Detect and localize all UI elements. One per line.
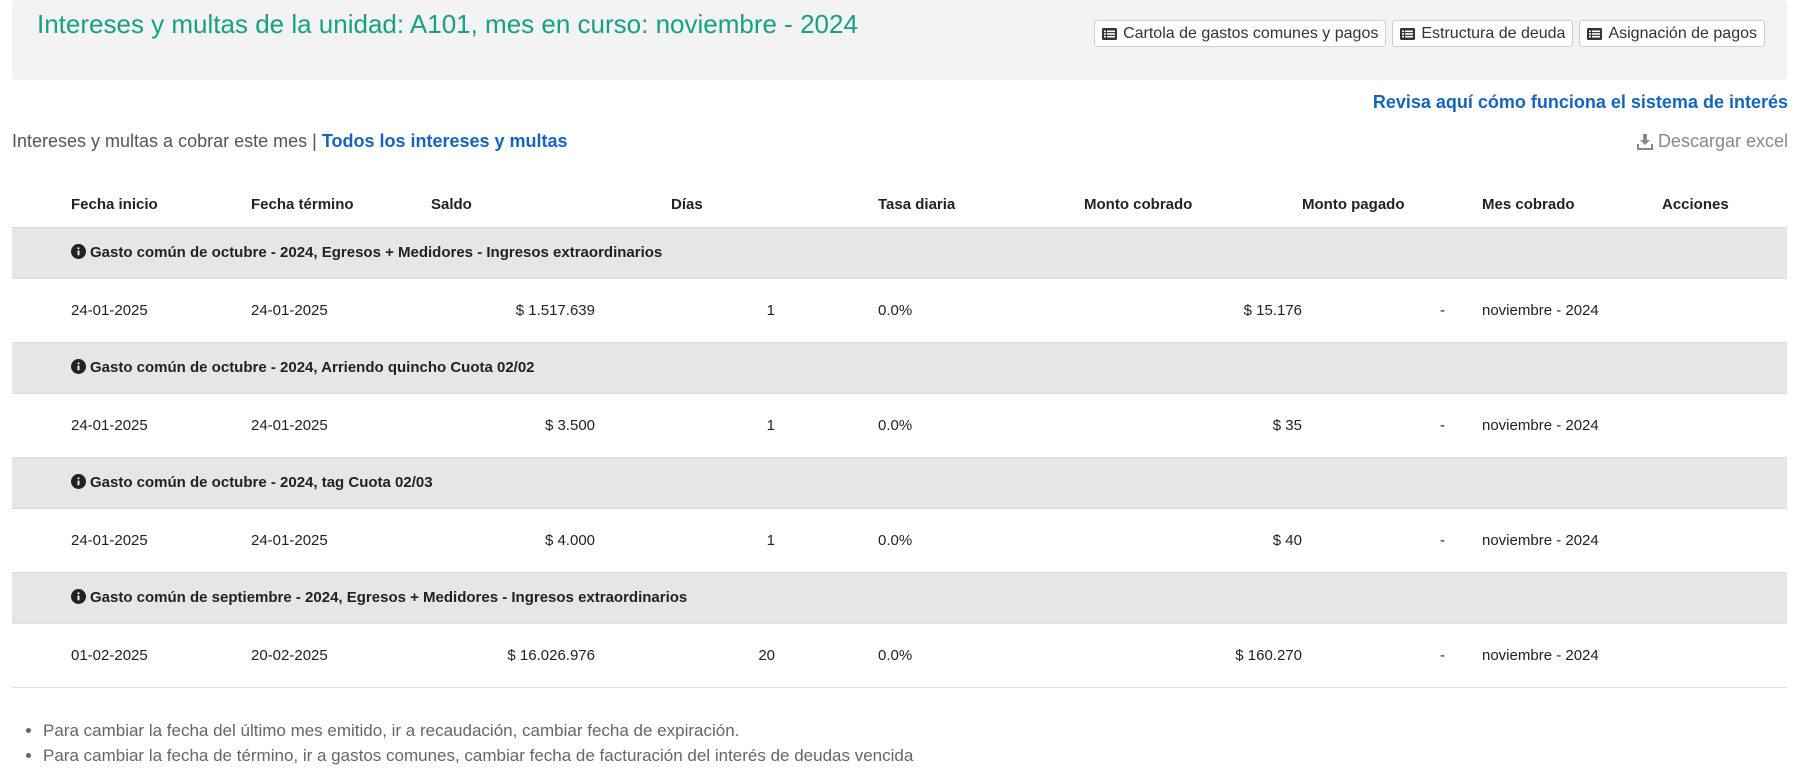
column-header: Fecha término (251, 196, 354, 214)
start-date: 24-01-2025 (71, 531, 148, 549)
column-header: Monto pagado (1302, 196, 1405, 214)
group-title: Gasto común de octubre - 2024, Arriendo … (90, 359, 535, 376)
column-header: Saldo (431, 196, 472, 214)
amount-charged: $ 15.176 (1243, 301, 1302, 319)
group-row: Gasto común de septiembre - 2024, Egreso… (12, 571, 1787, 624)
days: 1 (766, 416, 775, 434)
list-icon (1102, 27, 1118, 40)
group-row: Gasto común de octubre - 2024, Egresos +… (12, 226, 1787, 279)
row-actions (1662, 393, 1787, 457)
end-date: 24-01-2025 (251, 416, 328, 434)
amount-paid: - (1440, 301, 1445, 319)
page-title: Intereses y multas de la unidad: A101, m… (37, 9, 858, 39)
column-header: Días (671, 196, 703, 214)
daily-rate: 0.0% (878, 416, 913, 434)
current-month-filter[interactable]: Intereses y multas a cobrar este mes (12, 131, 307, 151)
amount-charged: $ 40 (1272, 531, 1302, 549)
interest-table: Fecha inicio Fecha término Saldo Días Ta… (12, 183, 1787, 688)
download-excel-button[interactable]: Descargar excel (1636, 131, 1788, 152)
amount-paid: - (1440, 416, 1445, 434)
daily-rate: 0.0% (878, 623, 1084, 688)
header-buttons: Cartola de gastos comunes y pagos Estruc… (1094, 20, 1765, 47)
start-date: 01-02-2025 (71, 623, 251, 688)
balance: $ 1.517.639 (515, 301, 595, 319)
info-icon (71, 359, 86, 374)
download-excel-label: Descargar excel (1657, 131, 1788, 151)
amount-paid: - (1440, 531, 1445, 549)
end-date: 24-01-2025 (251, 531, 328, 549)
group-row: Gasto común de octubre - 2024, tag Cuota… (12, 456, 1787, 509)
all-interests-link[interactable]: Todos los intereses y multas (322, 131, 568, 151)
download-icon (1636, 133, 1653, 150)
month-charged: noviembre - 2024 (1482, 623, 1662, 688)
column-header: Monto cobrado (1084, 196, 1193, 214)
table-row: 24-01-2025 24-01-2025 $ 3.500 1 0.0% $ 3… (12, 393, 1787, 457)
balance: $ 3.500 (544, 416, 595, 434)
table-row: 24-01-2025 24-01-2025 $ 1.517.639 1 0.0%… (12, 278, 1787, 342)
table-row: 24-01-2025 24-01-2025 $ 4.000 1 0.0% $ 4… (12, 508, 1787, 572)
list-icon (1587, 27, 1603, 40)
group-title: Gasto común de octubre - 2024, Egresos +… (90, 244, 663, 261)
month-charged: noviembre - 2024 (1482, 301, 1599, 319)
start-date: 24-01-2025 (71, 416, 148, 434)
filter-separator: | (312, 131, 317, 151)
group-row: Gasto común de octubre - 2024, Arriendo … (12, 341, 1787, 394)
balance: $ 4.000 (544, 531, 595, 549)
amount-paid: - (1302, 623, 1482, 688)
group-title: Gasto común de octubre - 2024, tag Cuota… (90, 474, 433, 491)
payment-allocation-button[interactable]: Asignación de pagos (1579, 20, 1765, 47)
note-item: Para cambiar la fecha de término, ir a g… (43, 743, 913, 768)
list-icon (1400, 27, 1416, 40)
group-title: Gasto común de septiembre - 2024, Egreso… (90, 589, 688, 606)
column-header: Acciones (1662, 196, 1729, 214)
column-header: Mes cobrado (1482, 196, 1575, 214)
info-icon (71, 244, 86, 259)
amount-charged: $ 35 (1272, 416, 1302, 434)
table-row: 01-02-2025 20-02-2025 $ 16.026.976 20 0.… (12, 623, 1787, 688)
table-header-row: Fecha inicio Fecha término Saldo Días Ta… (12, 183, 1787, 227)
interest-help-link[interactable]: Revisa aquí cómo funciona el sistema de … (1373, 92, 1788, 113)
days: 20 (595, 623, 775, 688)
debt-structure-button-label: Estructura de deuda (1421, 24, 1566, 42)
start-date: 24-01-2025 (71, 301, 148, 319)
days: 1 (766, 531, 775, 549)
statement-button[interactable]: Cartola de gastos comunes y pagos (1094, 20, 1387, 47)
row-actions (1662, 508, 1787, 572)
daily-rate: 0.0% (878, 301, 913, 319)
end-date: 20-02-2025 (251, 623, 431, 688)
filter-line: Intereses y multas a cobrar este mes | Tod… (12, 131, 568, 152)
balance: $ 16.026.976 (431, 623, 595, 688)
row-actions (1662, 623, 1787, 688)
notes-list: Para cambiar la fecha del último mes emi… (43, 718, 913, 768)
info-icon (71, 474, 86, 489)
debt-structure-button[interactable]: Estructura de deuda (1392, 20, 1574, 47)
month-charged: noviembre - 2024 (1482, 531, 1599, 549)
note-item: Para cambiar la fecha del último mes emi… (43, 718, 913, 743)
statement-button-label: Cartola de gastos comunes y pagos (1123, 24, 1379, 42)
payment-allocation-button-label: Asignación de pagos (1608, 24, 1757, 42)
amount-charged: $ 160.270 (1084, 623, 1302, 688)
daily-rate: 0.0% (878, 531, 913, 549)
end-date: 24-01-2025 (251, 301, 328, 319)
row-actions (1662, 278, 1787, 342)
column-header: Fecha inicio (71, 196, 158, 214)
days: 1 (766, 301, 775, 319)
month-charged: noviembre - 2024 (1482, 416, 1599, 434)
info-icon (71, 589, 86, 604)
column-header: Tasa diaria (878, 196, 956, 214)
